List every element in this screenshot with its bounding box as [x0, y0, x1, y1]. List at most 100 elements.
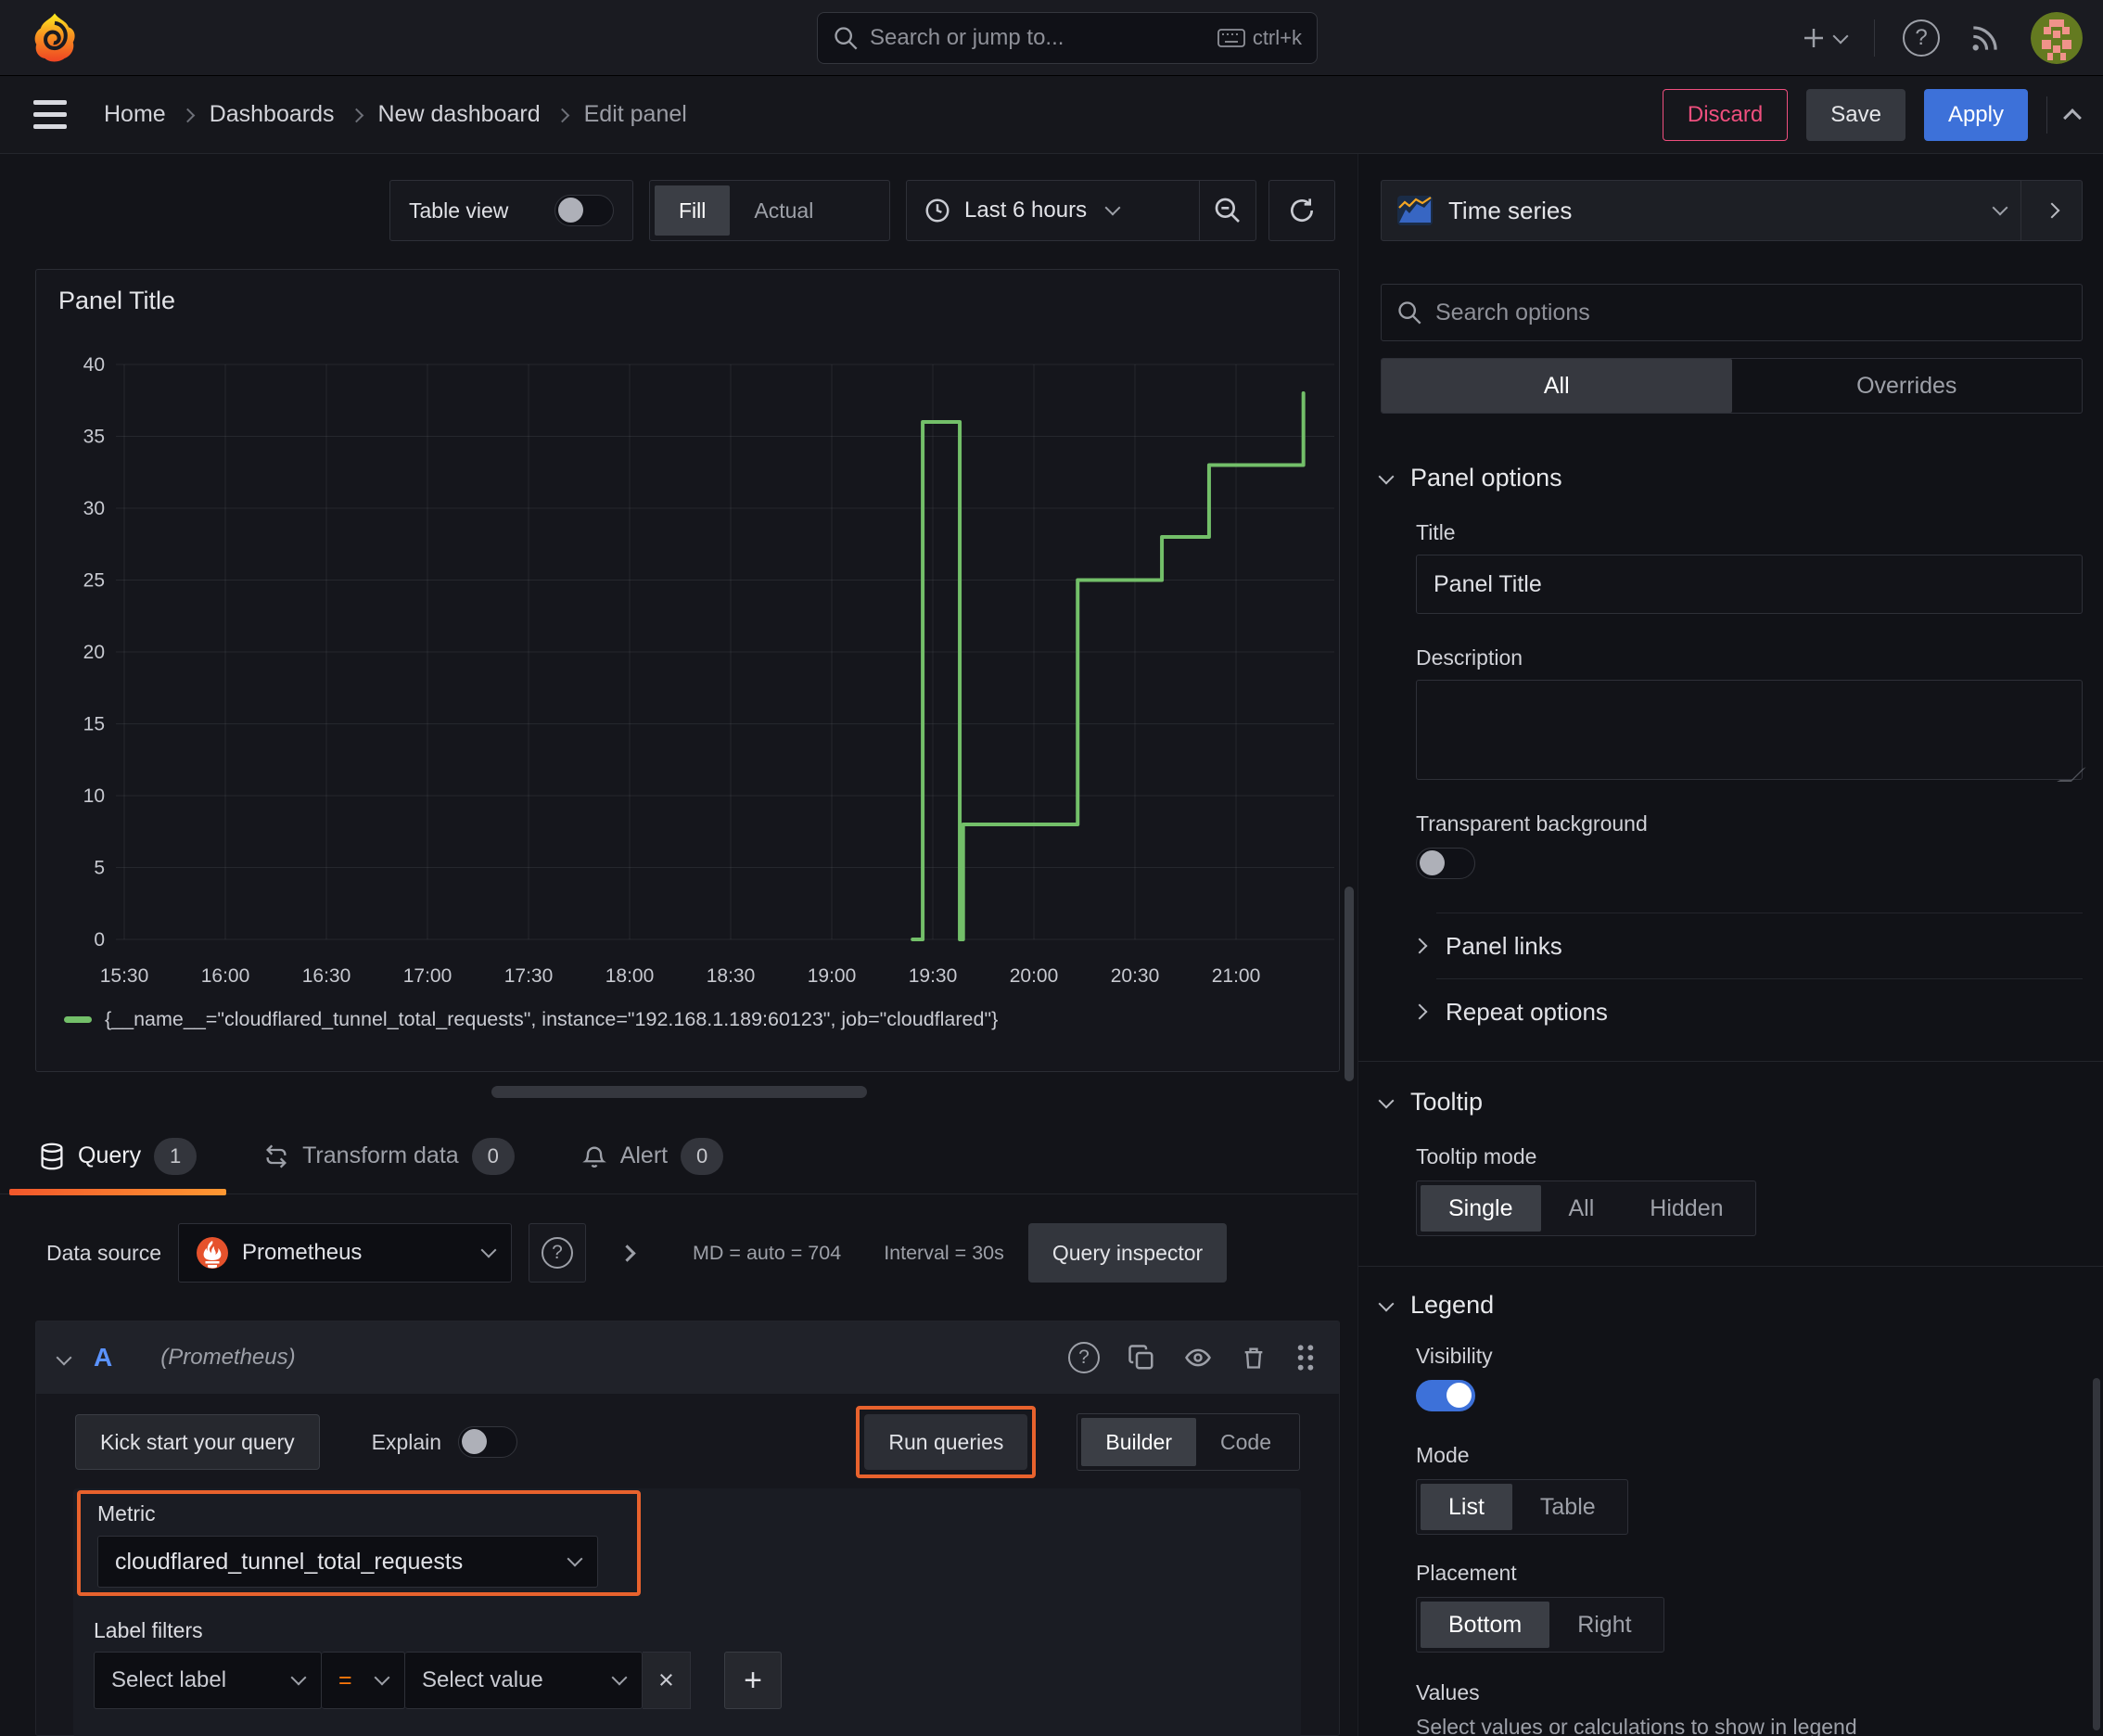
svg-text:0: 0	[94, 929, 105, 951]
help-icon[interactable]: ?	[1903, 19, 1940, 57]
breadcrumb-new-dashboard[interactable]: New dashboard	[378, 101, 541, 128]
query-editor-card: A (Prometheus) ? Kick start your query E…	[35, 1321, 1340, 1736]
transparent-bg-toggle[interactable]	[1416, 848, 1475, 879]
grafana-logo-icon[interactable]	[28, 11, 82, 65]
disable-query-eye-icon[interactable]	[1183, 1344, 1213, 1372]
placement-bottom-option[interactable]: Bottom	[1421, 1602, 1550, 1648]
refresh-icon[interactable]	[1274, 181, 1330, 240]
plus-icon	[1804, 29, 1823, 47]
avatar[interactable]	[2031, 12, 2083, 64]
add-filter-icon[interactable]: +	[724, 1652, 782, 1709]
code-option[interactable]: Code	[1196, 1418, 1295, 1466]
news-rss-icon[interactable]	[1968, 20, 2003, 56]
top-nav: ctrl+k ?	[0, 0, 2103, 76]
new-button[interactable]	[1800, 24, 1849, 52]
tooltip-hidden-option[interactable]: Hidden	[1622, 1185, 1751, 1232]
apply-button[interactable]: Apply	[1923, 89, 2028, 141]
kick-start-button[interactable]: Kick start your query	[75, 1414, 320, 1470]
operator-dropdown[interactable]: =	[322, 1652, 405, 1709]
metric-label: Metric	[97, 1501, 156, 1525]
panel-options-header[interactable]: Panel options	[1378, 464, 1562, 492]
legend-list-option[interactable]: List	[1421, 1484, 1512, 1530]
delete-query-trash-icon[interactable]	[1241, 1344, 1267, 1372]
collapse-header-icon[interactable]	[2063, 106, 2082, 127]
table-view-toggle[interactable]	[554, 195, 614, 226]
legend-placement-switch: Bottom Right	[1416, 1597, 1664, 1653]
query-ref-id: A	[94, 1343, 113, 1372]
values-help-text: Select values or calculations to show in…	[1416, 1715, 1857, 1736]
save-button[interactable]: Save	[1806, 89, 1905, 141]
description-textarea[interactable]	[1416, 680, 2083, 780]
panel-links-header[interactable]: Panel links	[1381, 913, 2083, 978]
query-inspector-button[interactable]: Query inspector	[1027, 1223, 1228, 1283]
zoom-out-icon[interactable]	[1200, 181, 1255, 240]
legend-table-option[interactable]: Table	[1512, 1484, 1624, 1530]
datasource-label: Data source	[46, 1240, 162, 1265]
tab-query[interactable]: Query 1	[9, 1118, 227, 1195]
menu-toggle-icon[interactable]	[33, 100, 67, 129]
svg-text:15:30: 15:30	[100, 965, 149, 987]
global-search: ctrl+k	[817, 12, 1318, 64]
options-search-input[interactable]	[1435, 299, 2067, 326]
query-row-header[interactable]: A (Prometheus) ?	[36, 1321, 1339, 1394]
builder-option[interactable]: Builder	[1081, 1418, 1197, 1466]
legend-item[interactable]: {__name__="cloudflared_tunnel_total_requ…	[64, 1008, 998, 1031]
svg-text:20:00: 20:00	[1010, 965, 1059, 987]
tab-all[interactable]: All	[1382, 359, 1732, 413]
tab-alert[interactable]: Alert 0	[552, 1118, 753, 1194]
visibility-label: Visibility	[1416, 1344, 1493, 1368]
time-range-picker[interactable]: Last 6 hours	[907, 197, 1199, 224]
datasource-help-icon[interactable]: ?	[529, 1223, 587, 1283]
breadcrumb-dashboards[interactable]: Dashboards	[210, 101, 335, 128]
collapse-options-icon[interactable]	[618, 1244, 636, 1262]
table-view-control: Table view	[389, 180, 633, 241]
visualization-picker[interactable]: Time series	[1382, 181, 2020, 240]
remove-filter-icon[interactable]: ×	[643, 1652, 691, 1709]
tooltip-all-option[interactable]: All	[1541, 1185, 1623, 1232]
explain-toggle[interactable]	[458, 1426, 518, 1458]
discard-button[interactable]: Discard	[1662, 89, 1789, 141]
duplicate-query-icon[interactable]	[1128, 1344, 1155, 1372]
title-label: Title	[1416, 520, 1456, 544]
chevron-right-icon	[1411, 1003, 1428, 1020]
query-help-icon[interactable]: ?	[1068, 1342, 1100, 1373]
svg-text:5: 5	[94, 858, 105, 879]
tab-overrides[interactable]: Overrides	[1732, 359, 2083, 413]
drag-handle-icon[interactable]	[1294, 1343, 1317, 1372]
panel-edit-main: Table view Fill Actual Last 6 hours Pane…	[0, 154, 1357, 1736]
scrollbar-thumb[interactable]	[2093, 1378, 2100, 1730]
legend-body: Visibility Mode List Table Placement Bot…	[1381, 1344, 2083, 1736]
metric-select[interactable]: cloudflared_tunnel_total_requests	[97, 1536, 598, 1588]
datasource-picker[interactable]: Prometheus	[178, 1223, 513, 1283]
breadcrumb-home[interactable]: Home	[104, 101, 166, 128]
search-input[interactable]	[870, 25, 1206, 51]
legend-header[interactable]: Legend	[1378, 1291, 1494, 1320]
options-sidebar: Time series All Overrides Panel options …	[1357, 154, 2103, 1736]
scrollbar-thumb[interactable]	[1345, 887, 1354, 1081]
prometheus-icon	[197, 1237, 229, 1269]
svg-text:25: 25	[83, 570, 105, 592]
run-queries-button[interactable]: Run queries	[864, 1414, 1028, 1470]
divider	[1874, 19, 1875, 57]
label-filters-label: Label filters	[94, 1618, 203, 1642]
query-builder-options: Metric cloudflared_tunnel_total_requests…	[73, 1488, 1301, 1736]
tooltip-single-option[interactable]: Single	[1421, 1185, 1541, 1232]
pane-resize-handle[interactable]	[491, 1086, 867, 1098]
builder-code-switch: Builder Code	[1077, 1413, 1300, 1471]
placement-right-option[interactable]: Right	[1549, 1602, 1659, 1648]
actual-option[interactable]: Actual	[730, 185, 837, 236]
panel-title-input[interactable]	[1416, 555, 2083, 614]
chevron-right-icon	[1411, 938, 1428, 954]
svg-text:17:00: 17:00	[403, 965, 452, 987]
fill-option[interactable]: Fill	[655, 185, 731, 236]
tab-transform-data[interactable]: Transform data 0	[234, 1118, 544, 1194]
divider	[1358, 1061, 2103, 1062]
legend-visibility-toggle[interactable]	[1416, 1380, 1475, 1411]
svg-text:40: 40	[83, 354, 105, 376]
viz-suggestions-expand-icon[interactable]	[2020, 181, 2082, 240]
select-label-dropdown[interactable]: Select label	[94, 1652, 322, 1709]
tooltip-header[interactable]: Tooltip	[1378, 1088, 1483, 1117]
panel-options-body: Title Description Transparent background	[1381, 520, 2083, 885]
repeat-options-header[interactable]: Repeat options	[1381, 979, 2083, 1044]
select-value-dropdown[interactable]: Select value	[405, 1652, 643, 1709]
